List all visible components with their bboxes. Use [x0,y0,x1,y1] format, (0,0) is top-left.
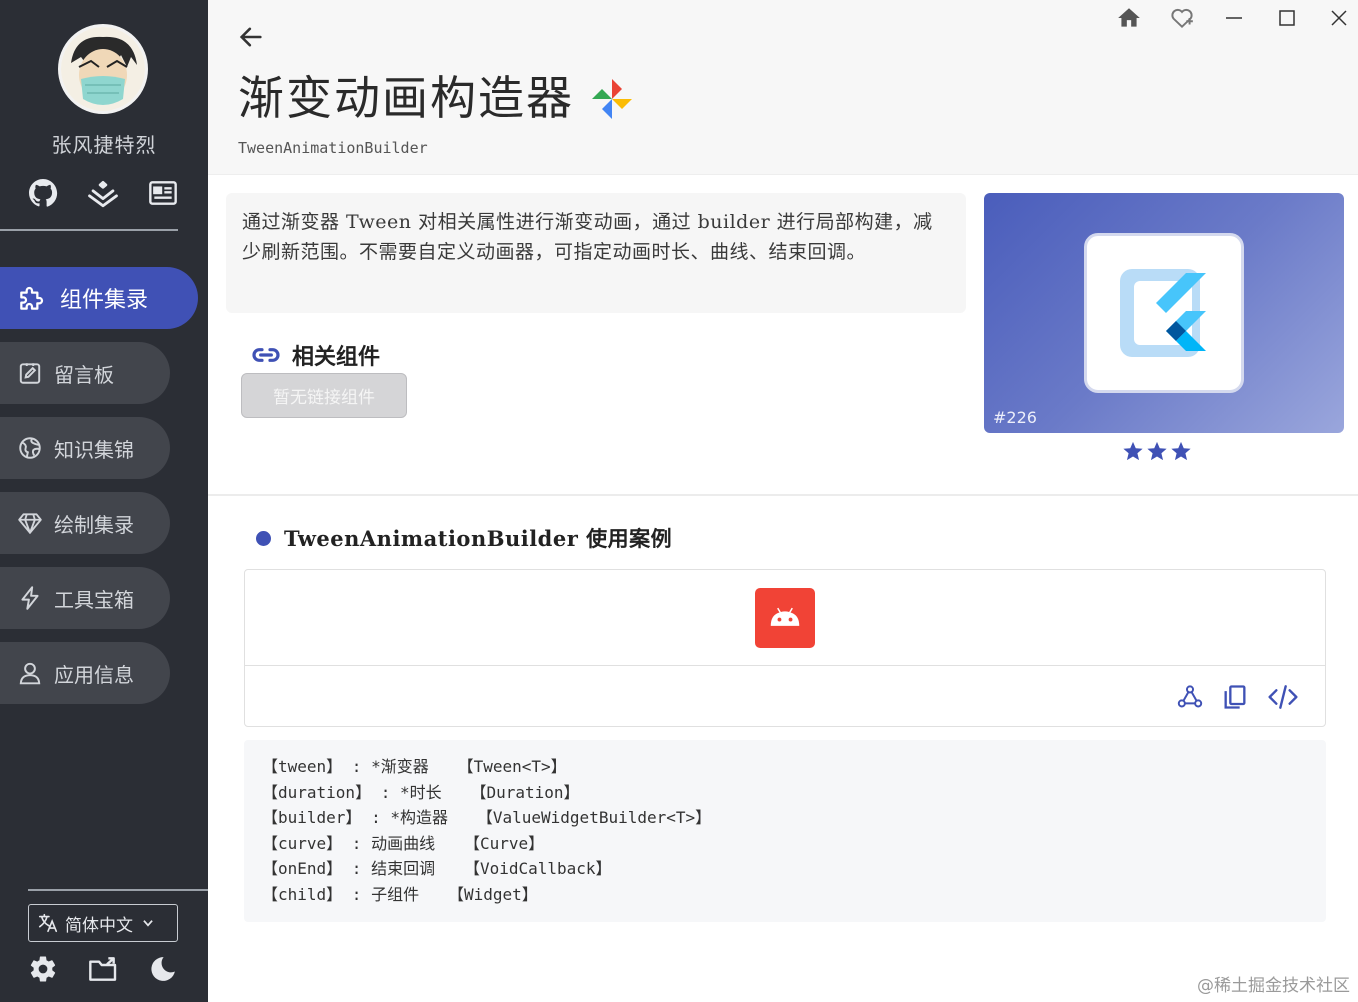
github-icon[interactable] [25,175,61,211]
widget-id-label: #226 [993,408,1037,427]
widget-cover-card[interactable]: #226 [984,193,1344,433]
related-widgets-header: 相关组件 [250,339,380,371]
rating-stars [1122,440,1192,462]
minimize-icon[interactable] [1218,4,1250,32]
star-icon [1123,441,1143,461]
sidebar-item-paint[interactable]: 绘制集录 [0,492,170,554]
sidebar-item-label: 留言板 [54,362,114,387]
demo-panel [244,569,1326,727]
use-case-header: TweenAnimationBuilder 使用案例 [256,523,672,553]
sidebar-item-label: 组件集录 [60,288,149,313]
parameter-line: 【builder】 : *构造器 【ValueWidgetBuilder<T>】 [262,808,712,828]
code-icon[interactable] [1266,680,1300,714]
sidebar-item-label: 应用信息 [54,662,134,687]
lightning-icon [16,584,44,612]
edit-note-icon [16,359,44,387]
parameter-line: 【tween】 : *渐变器 【Tween<T>】 [262,757,567,776]
parameter-list: 【tween】 : *渐变器 【Tween<T>】 【duration】 : *时… [244,740,1326,922]
copy-icon[interactable] [1218,680,1252,714]
diamond-icon [16,509,44,537]
back-button[interactable] [234,20,268,54]
puzzle-icon [16,282,48,314]
page-subtitle: TweenAnimationBuilder [238,139,428,157]
demo-preview-area [245,570,1325,666]
arrow-back-icon [239,27,262,47]
watermark: @稀土掘金技术社区 [1197,976,1350,996]
section-divider [208,494,1358,496]
maximize-icon[interactable] [1271,4,1303,32]
username: 张风捷特烈 [51,133,157,157]
use-case-title: TweenAnimationBuilder 使用案例 [284,526,673,551]
sidebar-item-app-info[interactable]: 应用信息 [0,642,170,704]
avatar-illustration [61,27,145,111]
no-linked-widgets-button[interactable]: 暂无链接组件 [241,373,407,418]
sidebar-item-label: 知识集锦 [54,437,134,462]
description-text: 通过渐变器 Tween 对相关属性进行渐变动画，通过 builder 进行局部构… [242,211,933,263]
translate-icon [38,913,58,933]
person-icon [16,659,44,687]
sidebar-item-knowledge[interactable]: 知识集锦 [0,417,170,479]
parameter-line: 【child】 : 子组件 【Widget】 [262,884,538,904]
android-icon [770,607,800,626]
sidebar-item-tools[interactable]: 工具宝箱 [0,567,170,629]
share-icon[interactable] [1173,680,1207,714]
flutter-logo-icon [1120,269,1206,357]
sidebar-bottom-divider [28,889,208,891]
sidebar-item-message-board[interactable]: 留言板 [0,342,170,404]
chevron-down-icon [143,920,153,927]
android-demo-button[interactable] [755,588,815,648]
star-icon [1147,441,1167,461]
page-header: 渐变动画构造器 TweenAnimationBuilder [208,0,1358,175]
sidebar-divider [0,229,178,231]
pinwheel-logo-icon [592,79,632,119]
avatar[interactable] [58,24,148,114]
language-select[interactable]: 简体中文 [28,904,178,942]
page-title: 渐变动画构造器 [238,71,574,125]
sidebar-item-widgets[interactable]: 组件集录 [0,267,198,329]
juejin-icon[interactable] [85,175,121,211]
home-icon[interactable] [1113,4,1145,32]
flutter-logo-tile [1084,233,1244,393]
star-icon [1171,441,1191,461]
parameter-line: 【curve】 : 动画曲线 【Curve】 [262,833,545,853]
close-icon[interactable] [1323,4,1355,32]
bullet-dot [256,530,271,546]
related-widgets-title: 相关组件 [292,344,381,370]
favorite-icon[interactable] [1166,4,1198,32]
description-card: 通过渐变器 Tween 对相关属性进行渐变动画，通过 builder 进行局部构… [226,193,966,313]
sidebar-item-label: 工具宝箱 [54,587,134,612]
link-icon [252,348,280,362]
profile-card-icon[interactable] [145,175,181,211]
dark-mode-icon[interactable] [146,952,180,986]
parameter-line: 【duration】 : *时长 【Duration】 [262,782,580,802]
sidebar: 张风捷特烈 组件集录 留言板 知识集锦 绘制集录 工具宝箱 应用信息 简体中文 [0,0,208,1002]
settings-icon[interactable] [26,952,60,986]
parameter-line: 【onEnd】 : 结束回调 【VoidCallback】 [262,859,612,879]
language-label: 简体中文 [65,915,133,936]
sidebar-item-label: 绘制集录 [54,512,134,537]
globe-icon [16,434,44,462]
folder-icon[interactable] [86,952,120,986]
